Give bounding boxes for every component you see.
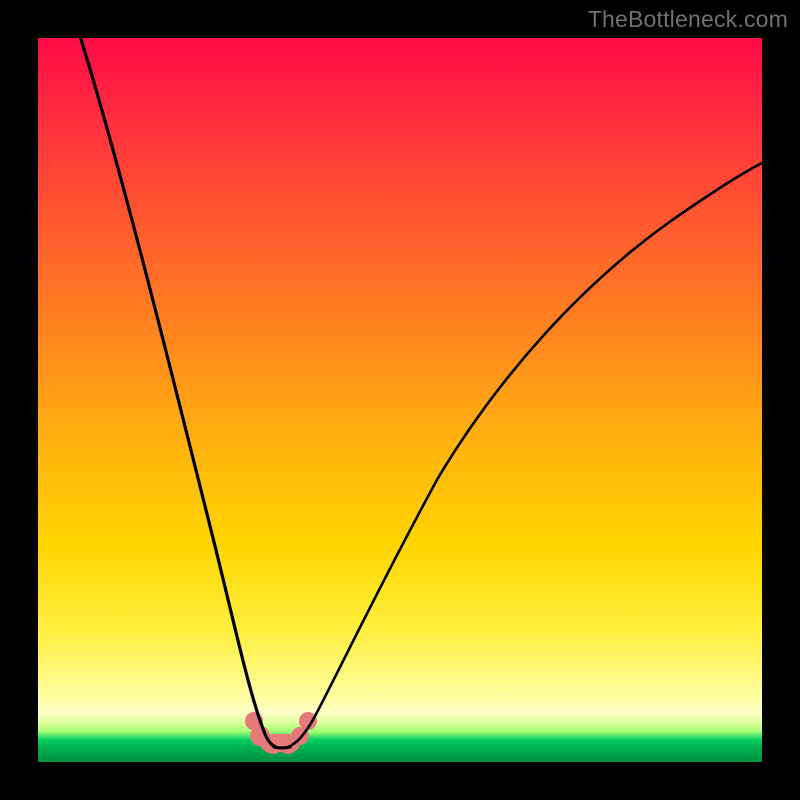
curve-svg xyxy=(38,38,762,762)
curve-left-branch xyxy=(80,36,276,747)
curve-right-branch xyxy=(288,162,764,747)
curve-valley-bottom xyxy=(274,747,290,748)
plot-area xyxy=(38,38,762,762)
chart-frame: TheBottleneck.com xyxy=(0,0,800,800)
watermark-label: TheBottleneck.com xyxy=(588,6,788,33)
